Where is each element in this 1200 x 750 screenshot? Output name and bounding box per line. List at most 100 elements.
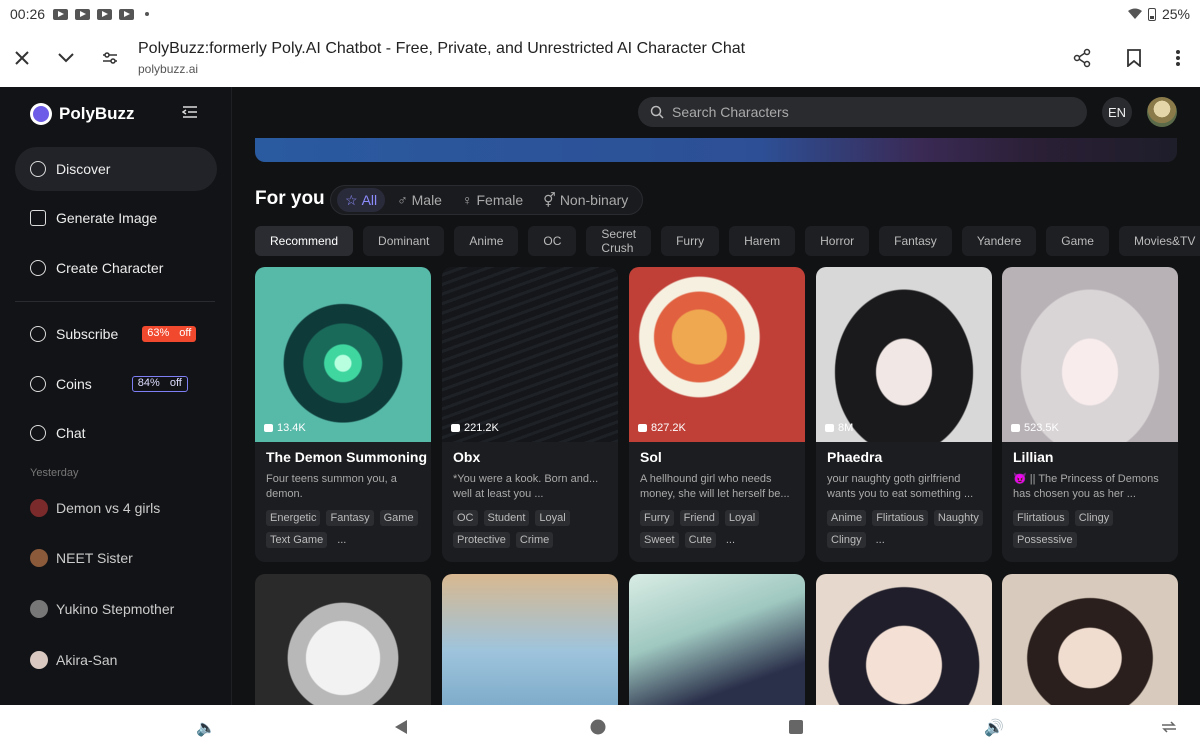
page-title: PolyBuzz:formerly Poly.AI Chatbot - Free… — [138, 39, 746, 57]
chat-count: 221.2K — [451, 422, 499, 434]
female-icon: ♀ — [461, 192, 473, 208]
app-area: PolyBuzz Discover Generate Image Create … — [0, 87, 1200, 705]
filter-non-binary[interactable]: ⚥ Non-binary — [535, 188, 636, 212]
character-tag: Loyal — [724, 510, 760, 526]
character-name: Obx — [453, 449, 481, 465]
tag-dominant[interactable]: Dominant — [363, 226, 445, 256]
home-icon[interactable] — [590, 719, 606, 735]
character-card[interactable] — [629, 574, 805, 705]
more-menu-button[interactable] — [1156, 36, 1200, 80]
character-card[interactable]: 523.5K Lillian 😈 || The Princess of Demo… — [1002, 267, 1178, 562]
bookmark-icon — [1127, 48, 1141, 67]
sidebar-item-generate-image[interactable]: Generate Image — [15, 196, 217, 240]
tag-oc[interactable]: OC — [528, 226, 577, 256]
tag-movies-tv[interactable]: Movies&TV — [1118, 226, 1200, 256]
chat-history-item[interactable]: Yukino Stepmother — [15, 589, 217, 629]
sidebar-item-coins[interactable]: Coins 84% off — [15, 362, 217, 406]
character-name: Sol — [640, 449, 662, 465]
back-icon[interactable] — [393, 719, 409, 735]
chat-count: 827.2K — [638, 422, 686, 434]
count-value: 8M — [838, 422, 854, 434]
polybuzz-logo-icon — [30, 103, 52, 125]
filter-all[interactable]: ☆ All — [337, 188, 386, 212]
rotate-icon[interactable] — [1160, 719, 1178, 735]
sidebar-divider — [15, 301, 215, 302]
character-tags: Anime Flirtatious Naughty Clingy ... — [827, 510, 987, 548]
sidebar-item-discover[interactable]: Discover — [15, 147, 217, 191]
page-title-area[interactable]: PolyBuzz:formerly Poly.AI Chatbot - Free… — [132, 40, 1060, 76]
character-tag: Text Game — [266, 532, 328, 548]
sidebar-item-create-character[interactable]: Create Character — [15, 246, 217, 290]
character-tags: Furry Friend Loyal Sweet Cute ... — [640, 510, 800, 548]
character-tag: Game — [379, 510, 418, 526]
screen: 00:26 25% PolyBuzz:formerly Poly.AI Chat… — [0, 0, 1200, 750]
site-settings-button[interactable] — [88, 36, 132, 80]
volume-up-icon[interactable]: 🔊 — [984, 718, 1004, 738]
section-title: For you — [255, 188, 325, 209]
male-icon: ♂ — [397, 192, 408, 208]
tag-game[interactable]: Game — [1046, 226, 1109, 256]
count-value: 13.4K — [277, 422, 306, 434]
character-image — [629, 267, 805, 442]
chat-history-item[interactable]: NEET Sister — [15, 538, 217, 578]
character-tag: Student — [483, 510, 530, 526]
character-description: Four teens summon you, a demon. — [266, 473, 397, 500]
promo-banner[interactable] — [255, 138, 1177, 162]
character-card[interactable]: 827.2K Sol A hellhound girl who needs mo… — [629, 267, 805, 562]
volume-down-icon[interactable]: 🔈 — [196, 718, 216, 738]
tag-secret-crush[interactable]: Secret Crush — [586, 226, 652, 256]
character-card[interactable] — [255, 574, 431, 705]
language-button[interactable]: EN — [1102, 97, 1132, 127]
sidebar: PolyBuzz Discover Generate Image Create … — [0, 87, 232, 705]
chat-history-item[interactable]: Demon vs 4 girls — [15, 488, 217, 528]
menu-collapse-icon[interactable] — [182, 105, 198, 119]
character-tag: Possessive — [1013, 532, 1077, 548]
chat-history-item[interactable]: Akira-San — [15, 640, 217, 680]
subscribe-discount-badge: 63% off — [142, 326, 197, 342]
sidebar-item-subscribe[interactable]: Subscribe 63% off — [15, 312, 217, 356]
user-avatar[interactable] — [1147, 97, 1177, 127]
bookmark-button[interactable] — [1112, 36, 1156, 80]
badge-value: 63% — [142, 326, 175, 342]
character-description: 😈 || The Princess of Demons has chosen y… — [1013, 473, 1159, 500]
character-card[interactable] — [442, 574, 618, 705]
chat-name: Demon vs 4 girls — [56, 500, 161, 516]
recents-icon[interactable] — [788, 719, 804, 735]
character-tag: Anime — [827, 510, 867, 526]
battery-level: 25% — [1161, 6, 1190, 22]
character-tag: Energetic — [266, 510, 321, 526]
filter-male[interactable]: ♂ Male — [389, 188, 450, 212]
tag-harem[interactable]: Harem — [729, 226, 796, 256]
character-card[interactable]: 8M Phaedra your naughty goth girlfriend … — [816, 267, 992, 562]
tag-fantasy[interactable]: Fantasy — [879, 226, 952, 256]
character-tag: Crime — [515, 532, 554, 548]
sidebar-item-chat[interactable]: Chat — [15, 411, 217, 455]
count-value: 221.2K — [464, 422, 499, 434]
minimize-button[interactable] — [44, 36, 88, 80]
character-tag: Sweet — [640, 532, 679, 548]
tag-recommend[interactable]: Recommend — [255, 226, 354, 256]
tag-yandere[interactable]: Yandere — [961, 226, 1037, 256]
character-card[interactable] — [1002, 574, 1178, 705]
tag-anime[interactable]: Anime — [454, 226, 519, 256]
character-card[interactable]: 13.4K The Demon Summoning Four teens sum… — [255, 267, 431, 562]
close-tab-button[interactable] — [0, 36, 44, 80]
sidebar-item-label: Generate Image — [56, 210, 158, 226]
tag-furry[interactable]: Furry — [661, 226, 720, 256]
filter-label: Non-binary — [559, 192, 629, 208]
avatar — [30, 549, 48, 567]
character-card[interactable]: 221.2K Obx *You were a kook. Born and...… — [442, 267, 618, 562]
character-tag: Protective — [453, 532, 510, 548]
logo[interactable]: PolyBuzz — [30, 103, 135, 125]
share-button[interactable] — [1060, 36, 1104, 80]
browser-toolbar: PolyBuzz:formerly Poly.AI Chatbot - Free… — [0, 28, 1200, 87]
tag-horror[interactable]: Horror — [805, 226, 870, 256]
wifi-icon — [1127, 8, 1142, 19]
badge-value: 84% — [137, 377, 160, 389]
search-bar[interactable] — [638, 97, 1087, 127]
filter-female[interactable]: ♀ Female — [454, 188, 531, 212]
character-tag: Furry — [640, 510, 674, 526]
search-input[interactable] — [672, 104, 1052, 120]
user-plus-icon — [30, 260, 46, 276]
character-card[interactable] — [816, 574, 992, 705]
